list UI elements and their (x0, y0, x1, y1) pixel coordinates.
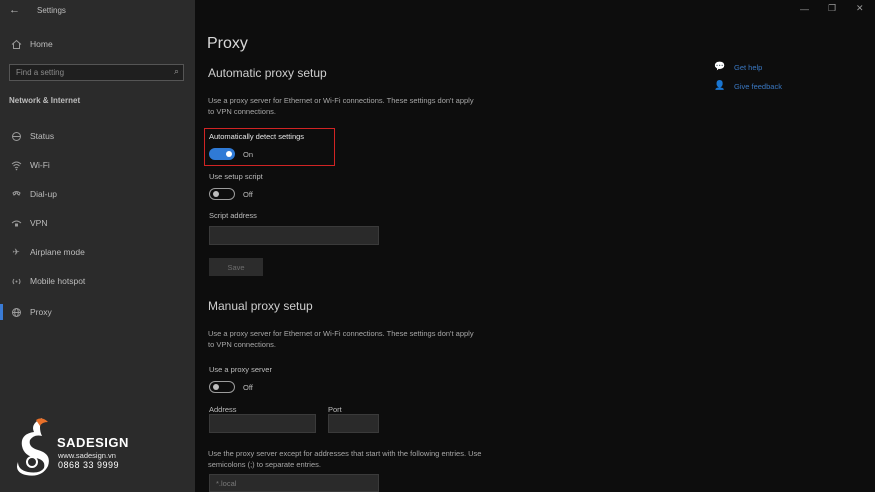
port-label: Port (328, 405, 342, 414)
globe-status-icon (10, 130, 22, 142)
sidebar: ← Settings Home Find a setting ⌕ Network… (0, 0, 195, 492)
manual-proxy-description: Use a proxy server for Ethernet or Wi-Fi… (208, 329, 474, 349)
toggle-knob (213, 384, 219, 390)
brand-name: SADESIGN (57, 435, 129, 450)
sidebar-item-proxy[interactable]: Proxy (10, 304, 52, 320)
sidebar-item-home[interactable]: Home (10, 36, 53, 52)
section-label: Network & Internet (9, 96, 81, 105)
script-address-input[interactable] (209, 226, 379, 245)
minimize-icon[interactable]: — (800, 4, 809, 14)
search-icon[interactable]: ⌕ (174, 66, 179, 77)
search-placeholder: Find a setting (16, 68, 65, 77)
use-proxy-state: Off (243, 383, 253, 392)
use-proxy-label: Use a proxy server (209, 365, 272, 374)
active-indicator (0, 304, 3, 320)
toggle-knob (213, 191, 219, 197)
sidebar-item-label: Wi-Fi (30, 160, 50, 170)
address-label: Address (209, 405, 237, 414)
sidebar-item-wifi[interactable]: Wi-Fi (10, 157, 50, 173)
brand-url: www.sadesign.vn (58, 451, 116, 460)
restore-icon[interactable]: ❐ (828, 3, 836, 14)
sidebar-item-label: Status (30, 131, 55, 141)
sadesign-watermark: SADESIGN www.sadesign.vn 0868 33 9999 (10, 412, 160, 482)
vpn-icon (10, 217, 22, 229)
address-input[interactable] (209, 414, 316, 433)
auto-proxy-heading: Automatic proxy setup (208, 66, 327, 80)
exceptions-value: *.local (216, 479, 237, 488)
wifi-icon (10, 159, 22, 171)
sidebar-item-airplane[interactable]: ✈ Airplane mode (10, 244, 85, 260)
sidebar-item-hotspot[interactable]: Mobile hotspot (10, 273, 85, 289)
sidebar-item-label: Mobile hotspot (30, 276, 86, 286)
feedback-icon: 👤 (714, 80, 726, 90)
home-icon (10, 38, 22, 50)
airplane-icon: ✈ (12, 246, 20, 257)
use-proxy-toggle[interactable] (209, 381, 235, 393)
auto-proxy-description: Use a proxy server for Ethernet or Wi-Fi… (208, 96, 474, 116)
detect-settings-label: Automatically detect settings (209, 132, 305, 141)
back-arrow-icon[interactable]: ← (9, 4, 20, 16)
sidebar-item-label: Dial-up (30, 189, 57, 199)
chat-help-icon: 💬 (714, 61, 726, 71)
setup-script-toggle[interactable] (209, 188, 235, 200)
sidebar-item-label: Proxy (30, 307, 52, 317)
sadesign-logo (17, 418, 49, 476)
close-icon[interactable]: ✕ (856, 3, 864, 14)
hotspot-icon (10, 275, 22, 287)
script-address-label: Script address (209, 211, 257, 220)
toggle-knob (226, 151, 232, 157)
get-help-link[interactable]: Get help (734, 63, 762, 72)
globe-icon (10, 306, 22, 318)
sidebar-item-status[interactable]: Status (10, 128, 54, 144)
exceptions-input[interactable]: *.local (209, 474, 379, 492)
brand-phone: 0868 33 9999 (58, 460, 120, 470)
exceptions-description: Use the proxy server except for addresse… (208, 449, 482, 469)
dialup-icon (10, 188, 22, 200)
setup-script-state: Off (243, 190, 253, 199)
detect-settings-toggle[interactable] (209, 148, 235, 160)
port-input[interactable] (328, 414, 379, 433)
give-feedback-link[interactable]: Give feedback (734, 82, 782, 91)
search-input[interactable]: Find a setting ⌕ (9, 64, 184, 81)
sidebar-item-vpn[interactable]: VPN (10, 215, 47, 231)
window-title: Settings (37, 6, 66, 15)
save-button[interactable]: Save (209, 258, 263, 276)
page-title: Proxy (207, 35, 248, 52)
manual-proxy-heading: Manual proxy setup (208, 299, 313, 313)
sidebar-item-label: Home (30, 39, 53, 49)
sidebar-item-label: Airplane mode (30, 247, 85, 257)
setup-script-label: Use setup script (209, 172, 263, 181)
sidebar-item-dialup[interactable]: Dial-up (10, 186, 57, 202)
sidebar-item-label: VPN (30, 218, 48, 228)
detect-settings-state: On (243, 150, 254, 159)
